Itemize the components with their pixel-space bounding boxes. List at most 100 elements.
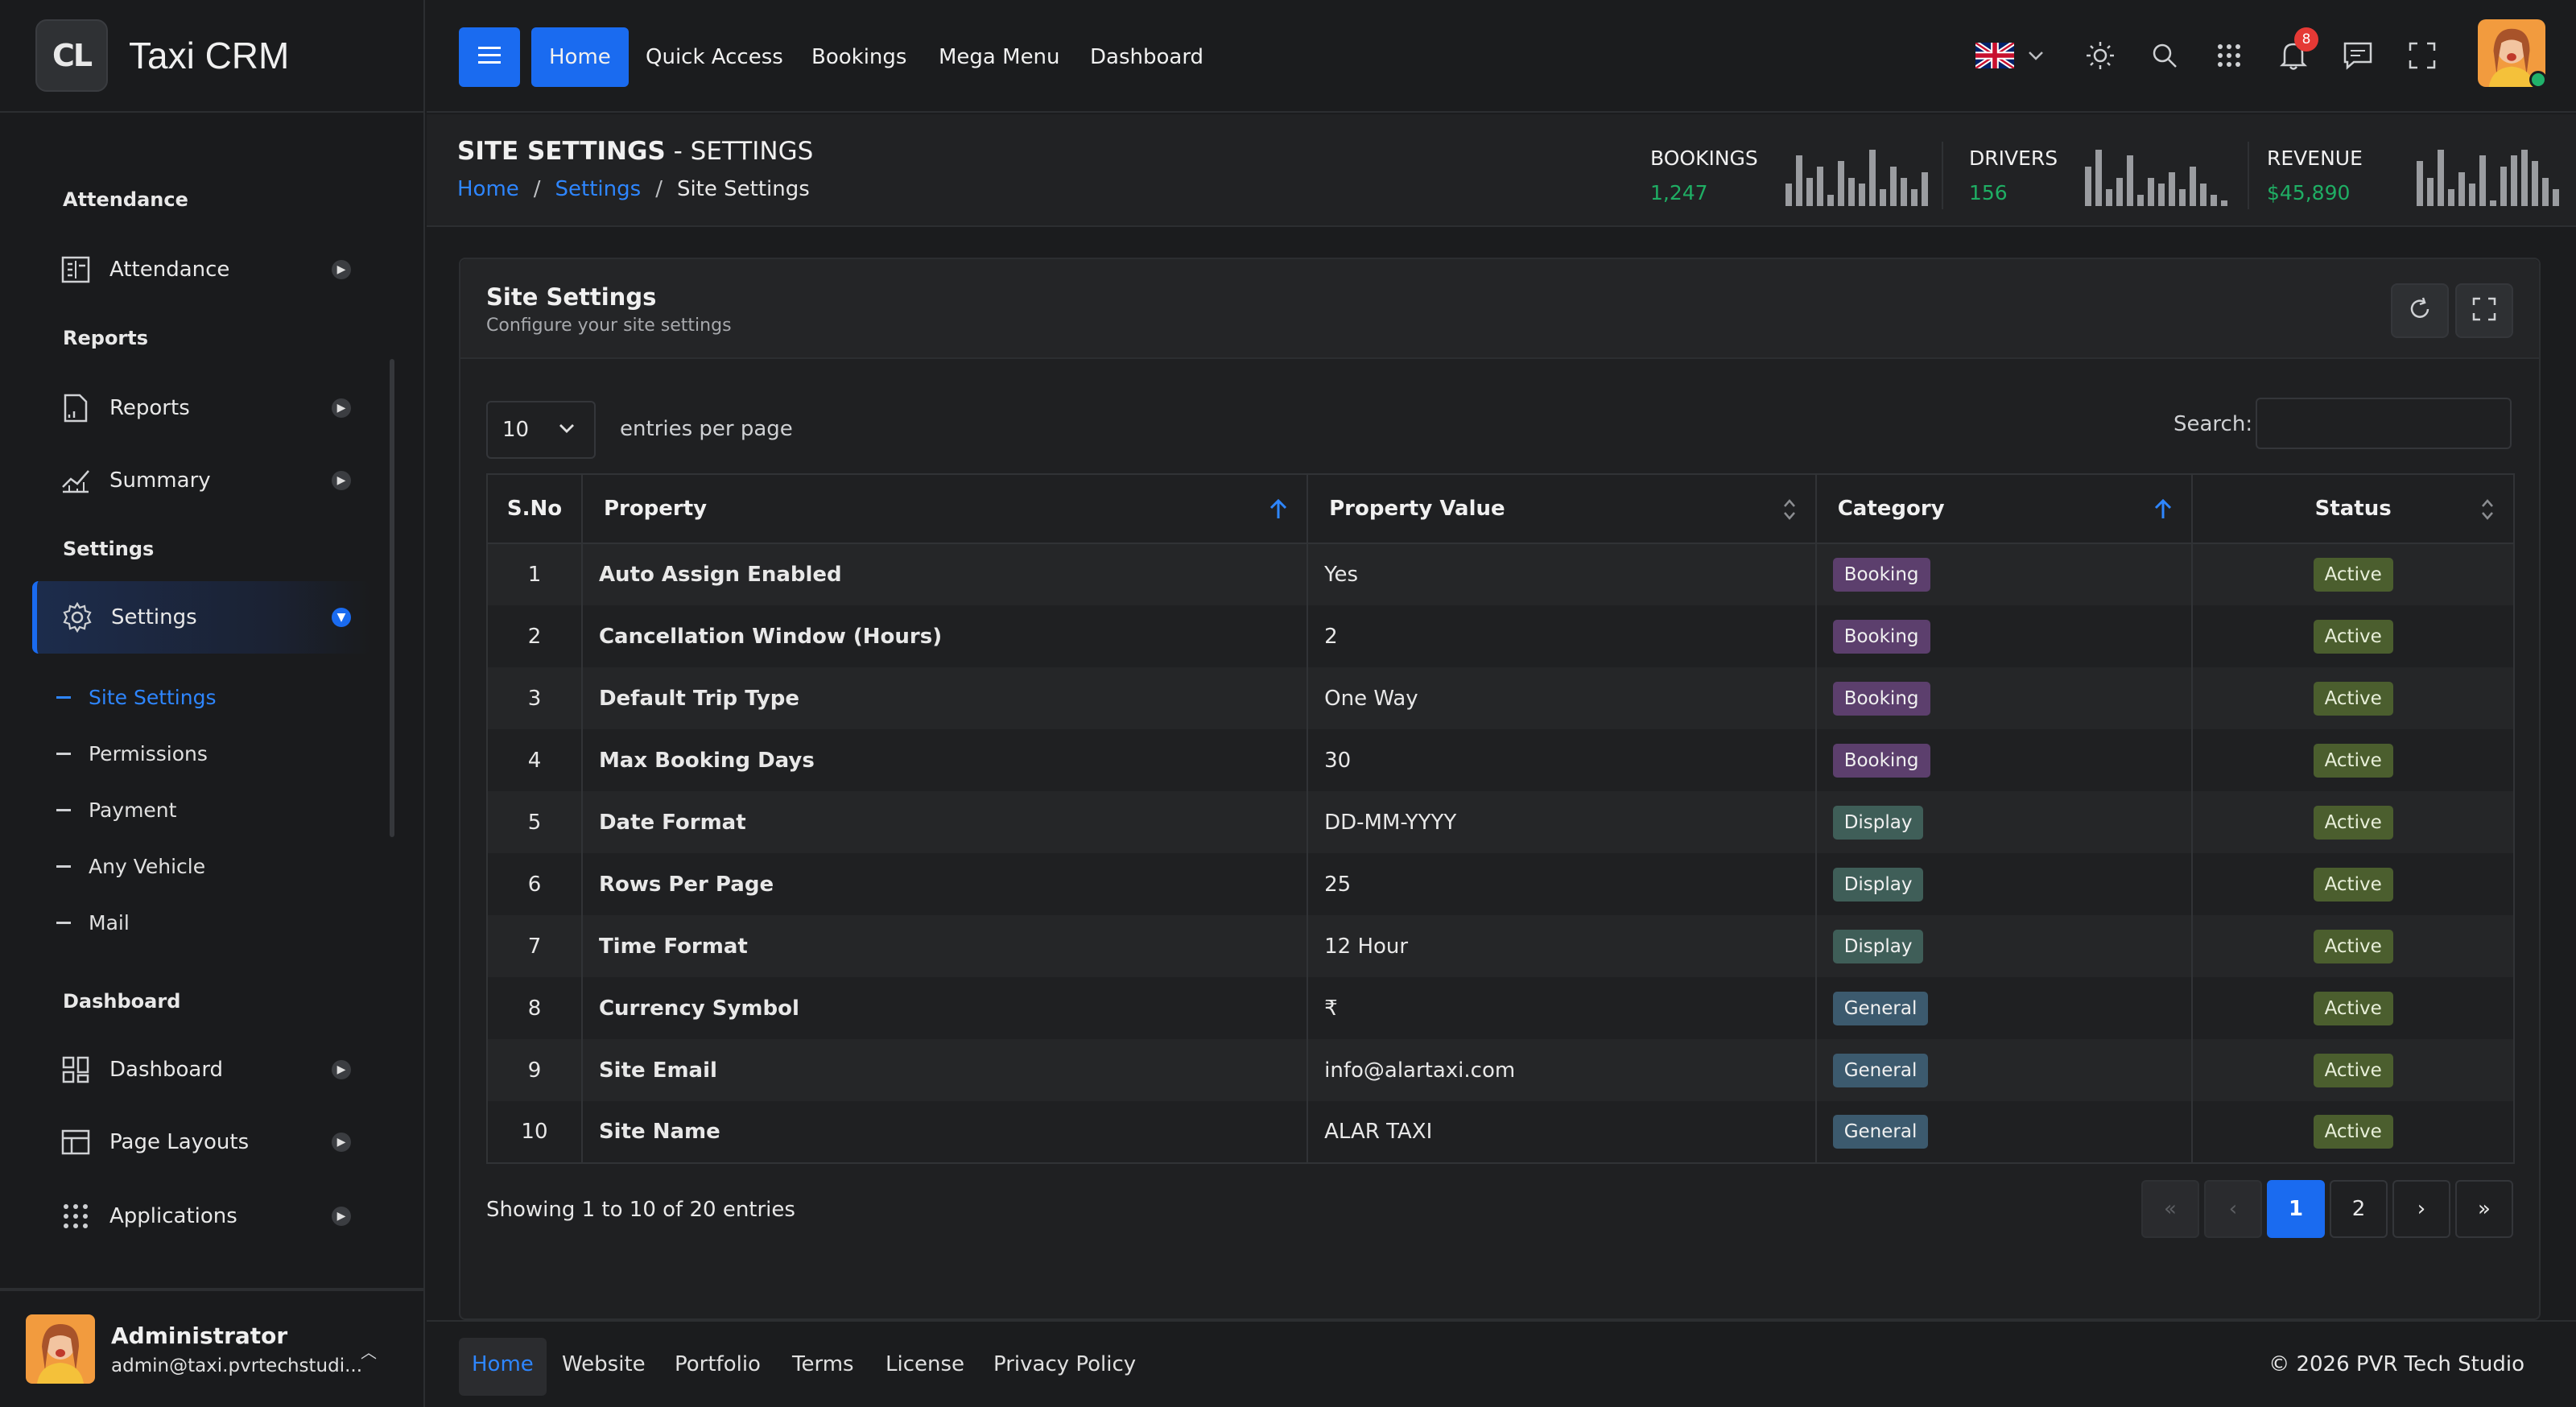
table-row[interactable]: 6 Rows Per Page 25 Display Active	[487, 853, 2515, 915]
uk-flag-icon[interactable]	[1971, 37, 2019, 74]
sidebar-item-page-layouts[interactable]: Page Layouts ▶	[32, 1106, 370, 1178]
table-row[interactable]: 1 Auto Assign Enabled Yes Booking Active	[487, 543, 2515, 605]
chevron-right-icon: ▶	[332, 471, 351, 490]
sidebar-section-attendance: Attendance	[63, 188, 188, 211]
spark-bar	[2200, 184, 2207, 206]
page-title: SITE SETTINGS - SETTINGS	[457, 137, 814, 166]
cell-property-value: 30	[1307, 729, 1817, 791]
cell-category: General	[1815, 1101, 2194, 1163]
footer-link-license[interactable]: License	[886, 1352, 964, 1376]
pagination-first-button[interactable]: «	[2141, 1180, 2199, 1238]
nav-quick-access[interactable]: Quick Access	[646, 27, 783, 87]
footer-link-terms[interactable]: Terms	[792, 1352, 854, 1376]
pagination-prev-button[interactable]: ‹	[2204, 1180, 2262, 1238]
nav-home[interactable]: Home	[531, 27, 629, 87]
table-row[interactable]: 7 Time Format 12 Hour Display Active	[487, 915, 2515, 977]
pagination-next-button[interactable]: ›	[2392, 1180, 2450, 1238]
stat-value: 156	[1969, 181, 2008, 204]
table-row[interactable]: 4 Max Booking Days 30 Booking Active	[487, 729, 2515, 791]
stat-value: $45,890	[2267, 181, 2351, 204]
footer-link-portfolio[interactable]: Portfolio	[675, 1352, 761, 1376]
divider	[2248, 142, 2249, 209]
pagination-page-1[interactable]: 1	[2267, 1180, 2325, 1238]
sidebar-item-settings[interactable]: Settings ▼	[32, 581, 370, 654]
spark-bar	[2221, 200, 2227, 206]
column-header-status[interactable]: Status	[2192, 474, 2515, 544]
table-row[interactable]: 10 Site Name ALAR TAXI General Active	[487, 1101, 2515, 1163]
chevron-up-icon[interactable]: ︿	[361, 1339, 377, 1363]
spark-bar	[1890, 167, 1897, 206]
cell-property-value: 2	[1307, 605, 1817, 667]
sidebar-item-attendance[interactable]: Attendance ▶	[32, 233, 370, 306]
cell-status: Active	[2192, 853, 2515, 915]
sidebar-subitem-payment[interactable]: Payment	[56, 798, 176, 822]
sidebar-item-label: Attendance	[109, 258, 230, 282]
chat-icon[interactable]	[2339, 37, 2376, 74]
sparkbar-chart	[2417, 150, 2559, 206]
cell-category: General	[1815, 1039, 2194, 1101]
cell-category: Booking	[1815, 729, 2194, 791]
column-header-property[interactable]: Property	[581, 474, 1309, 544]
cell-sno: 5	[487, 791, 583, 853]
sidebar-user-panel[interactable]: Administrator admin@taxi.pvrtechstudi...…	[0, 1288, 423, 1407]
spark-bar	[2211, 195, 2217, 206]
sidebar-item-reports[interactable]: Reports ▶	[32, 372, 370, 444]
sun-icon[interactable]	[2082, 37, 2119, 74]
status-badge: Active	[2313, 681, 2393, 716]
brand[interactable]: CL Taxi CRM	[0, 0, 423, 113]
footer-link-website[interactable]: Website	[562, 1352, 646, 1376]
stat-label: BOOKINGS	[1650, 146, 1758, 170]
cell-category: Booking	[1815, 605, 2194, 667]
chevron-right-icon: ▶	[332, 1207, 351, 1226]
search-input[interactable]	[2256, 398, 2512, 449]
pagination-page-2[interactable]: 2	[2330, 1180, 2388, 1238]
footer-link-privacy-policy[interactable]: Privacy Policy	[993, 1352, 1136, 1376]
notification-badge: 8	[2294, 27, 2318, 52]
pagination-last-button[interactable]: »	[2455, 1180, 2513, 1238]
footer-link-home[interactable]: Home	[459, 1338, 547, 1396]
chevron-down-icon[interactable]	[2017, 37, 2054, 74]
cell-property: Time Format	[581, 915, 1309, 977]
sidebar-subitem-mail[interactable]: Mail	[56, 911, 130, 935]
expand-button[interactable]	[2455, 283, 2513, 338]
spark-bar	[1817, 167, 1823, 206]
table-row[interactable]: 2 Cancellation Window (Hours) 2 Booking Acti…	[487, 605, 2515, 667]
sidebar-item-summary[interactable]: Summary ▶	[32, 444, 370, 517]
sidebar-scrollbar[interactable]	[390, 359, 394, 837]
column-header-category[interactable]: Category	[1815, 474, 2194, 544]
sidebar-item-applications[interactable]: Applications ▶	[32, 1180, 370, 1252]
page-length-select[interactable]: 10	[486, 401, 596, 459]
fullscreen-icon[interactable]	[2404, 37, 2441, 74]
spark-bar	[1848, 178, 1855, 206]
table-row[interactable]: 5 Date Format DD-MM-YYYY Display Active	[487, 791, 2515, 853]
apps-grid-icon[interactable]	[2211, 37, 2248, 74]
dash-icon	[56, 696, 71, 699]
cell-category: Display	[1815, 853, 2194, 915]
category-badge: Booking	[1832, 558, 1930, 592]
spark-bar	[2169, 172, 2175, 206]
spark-bar	[2158, 184, 2165, 206]
refresh-button[interactable]	[2391, 283, 2449, 338]
nav-mega-menu[interactable]: Mega Menu	[939, 27, 1060, 87]
sidebar-subitem-any-vehicle[interactable]: Any Vehicle	[56, 855, 205, 878]
table-row[interactable]: 9 Site Email info@alartaxi.com General Activ…	[487, 1039, 2515, 1101]
breadcrumb-settings[interactable]: Settings	[555, 177, 642, 201]
sidebar-item-dashboard[interactable]: Dashboard ▶	[32, 1034, 370, 1106]
card-header: Site Settings Configure your site settin…	[460, 259, 2539, 359]
spark-bar	[2137, 195, 2144, 206]
sidebar-subitem-permissions[interactable]: Permissions	[56, 742, 208, 765]
nav-bookings[interactable]: Bookings	[811, 27, 906, 87]
sidebar-section-dashboard: Dashboard	[63, 990, 181, 1013]
breadcrumb-home[interactable]: Home	[457, 177, 519, 201]
column-header-sno[interactable]: S.No	[487, 474, 583, 544]
table-row[interactable]: 3 Default Trip Type One Way Booking Active	[487, 667, 2515, 729]
subitem-label: Payment	[89, 798, 177, 822]
search-icon[interactable]	[2146, 37, 2183, 74]
nav-dashboard[interactable]: Dashboard	[1090, 27, 1203, 87]
sidebar-subitem-site-settings[interactable]: Site Settings	[56, 686, 216, 709]
column-header-property-value[interactable]: Property Value	[1307, 474, 1817, 544]
cell-status: Active	[2192, 1039, 2515, 1101]
cell-sno: 10	[487, 1101, 583, 1163]
menu-toggle-button[interactable]	[459, 27, 520, 87]
table-row[interactable]: 8 Currency Symbol ₹ General Active	[487, 977, 2515, 1039]
